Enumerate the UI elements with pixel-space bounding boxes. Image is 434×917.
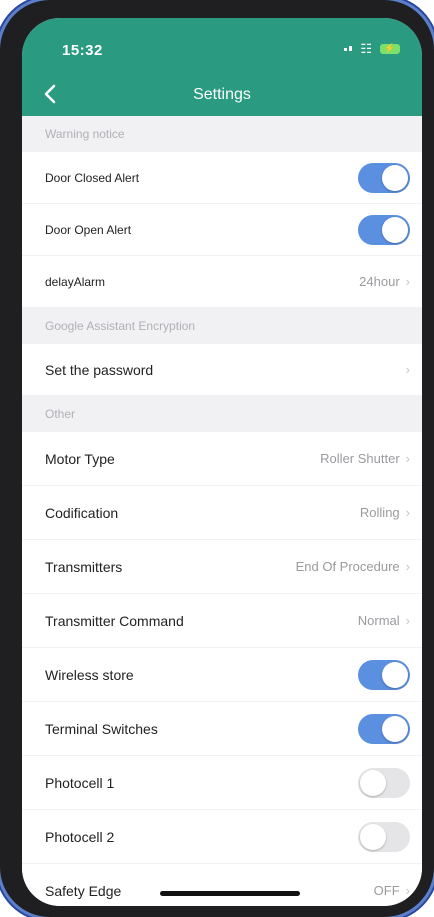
status-time: 15:32 — [62, 42, 103, 59]
row-set-password[interactable]: Set the password › — [22, 344, 422, 396]
battery-charging-icon: ⚡ — [380, 43, 400, 54]
row-value: End Of Procedure — [295, 559, 400, 574]
row-delay-alarm[interactable]: delayAlarm 24hour › — [22, 256, 422, 308]
row-label: Codification — [45, 504, 119, 521]
section-header-other: Other — [22, 396, 422, 432]
page-title: Settings — [193, 86, 251, 103]
signal-icon — [344, 46, 353, 51]
terminal-switches-toggle[interactable] — [358, 713, 410, 744]
app-header: 15:32 ☷ ⚡ Settings — [22, 18, 422, 116]
row-photocell-1: Photocell 1 — [22, 756, 422, 810]
wireless-store-toggle[interactable] — [358, 659, 410, 690]
row-transmitter-command[interactable]: Transmitter Command Normal › — [22, 594, 422, 648]
row-safety-edge[interactable]: Safety Edge OFF › — [22, 864, 422, 906]
toggle-knob — [382, 715, 408, 742]
toggle-knob — [382, 164, 408, 191]
chevron-right-icon: › — [405, 505, 410, 520]
row-label: Door Open Alert — [45, 222, 132, 237]
row-wireless-store: Wireless store — [22, 648, 422, 702]
row-label: Wireless store — [45, 666, 134, 683]
section-header-google: Google Assistant Encryption — [22, 308, 422, 344]
chevron-right-icon: › — [405, 883, 410, 898]
row-label: Transmitter Command — [45, 612, 184, 629]
chevron-right-icon: › — [405, 362, 410, 377]
settings-list: Warning notice Door Closed Alert Door Op… — [22, 116, 422, 906]
toggle-knob — [382, 216, 408, 243]
status-icons: ☷ ⚡ — [344, 42, 400, 55]
phone-frame: 15:32 ☷ ⚡ Settings Warning notice Door C… — [0, 0, 434, 917]
row-label: Set the password — [45, 361, 154, 378]
door-closed-alert-toggle[interactable] — [358, 162, 410, 193]
section-header-warning: Warning notice — [22, 116, 422, 152]
toggle-knob — [360, 769, 386, 796]
row-label: Door Closed Alert — [45, 170, 140, 185]
toggle-knob — [360, 823, 386, 850]
chevron-right-icon: › — [405, 613, 410, 628]
row-value: Normal — [357, 613, 400, 628]
row-label: Terminal Switches — [45, 720, 158, 737]
row-label: Photocell 1 — [45, 774, 115, 791]
row-label: Motor Type — [45, 450, 115, 467]
screen: 15:32 ☷ ⚡ Settings Warning notice Door C… — [22, 18, 422, 906]
toggle-knob — [382, 661, 408, 688]
row-value: Rolling — [359, 505, 400, 520]
row-photocell-2: Photocell 2 — [22, 810, 422, 864]
chevron-right-icon: › — [405, 559, 410, 574]
row-label: delayAlarm — [45, 274, 106, 289]
row-label: Transmitters — [45, 558, 123, 575]
row-codification[interactable]: Codification Rolling › — [22, 486, 422, 540]
row-transmitters[interactable]: Transmitters End Of Procedure › — [22, 540, 422, 594]
chevron-right-icon: › — [405, 451, 410, 466]
row-door-closed-alert: Door Closed Alert — [22, 152, 422, 204]
row-value: OFF — [373, 883, 400, 898]
photocell-1-toggle[interactable] — [358, 767, 410, 798]
wifi-icon: ☷ — [360, 41, 372, 56]
row-label: Photocell 2 — [45, 828, 115, 845]
home-indicator[interactable] — [160, 891, 300, 896]
row-value: Roller Shutter — [320, 451, 400, 466]
door-open-alert-toggle[interactable] — [358, 214, 410, 245]
row-value: 24hour — [359, 274, 400, 289]
row-door-open-alert: Door Open Alert — [22, 204, 422, 256]
row-terminal-switches: Terminal Switches — [22, 702, 422, 756]
chevron-right-icon: › — [405, 274, 410, 289]
photocell-2-toggle[interactable] — [358, 821, 410, 852]
row-motor-type[interactable]: Motor Type Roller Shutter › — [22, 432, 422, 486]
